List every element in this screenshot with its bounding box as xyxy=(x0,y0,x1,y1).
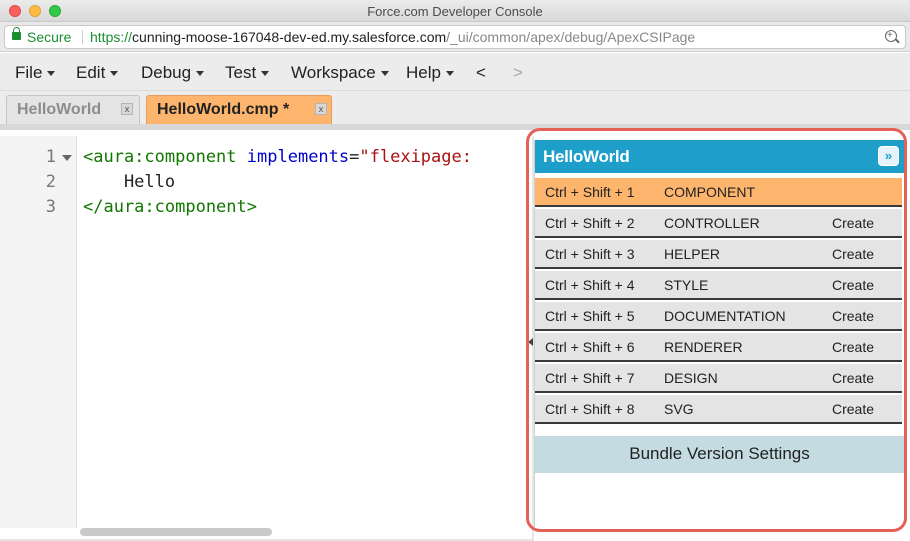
row-shortcut: Ctrl + Shift + 4 xyxy=(545,277,635,293)
address-separator xyxy=(82,30,83,44)
menu-test-label: Test xyxy=(225,63,257,82)
horizontal-scrollbar[interactable] xyxy=(80,528,272,536)
row-name: SVG xyxy=(664,401,694,417)
bundle-panel: HelloWorld » Ctrl + Shift + 1 COMPONENT … xyxy=(534,140,904,527)
collapse-panel-button[interactable]: » xyxy=(878,146,899,166)
row-shortcut: Ctrl + Shift + 1 xyxy=(545,184,635,200)
row-name: DOCUMENTATION xyxy=(664,308,786,324)
fold-arrow-icon[interactable] xyxy=(62,155,72,161)
row-shortcut: Ctrl + Shift + 7 xyxy=(545,370,635,386)
code-tag: <aura:component xyxy=(83,147,237,167)
address-bar[interactable]: Secure https://cunning-moose-167048-dev-… xyxy=(4,25,906,49)
tab-bar: HelloWorld x HelloWorld.cmp * x xyxy=(0,91,910,130)
create-link[interactable]: Create xyxy=(832,246,874,262)
window-title: Force.com Developer Console xyxy=(367,4,543,19)
code-editor[interactable]: 1 2 3 <aura:component implements="flexip… xyxy=(0,136,532,541)
secure-label: Secure xyxy=(27,29,72,45)
row-shortcut: Ctrl + Shift + 3 xyxy=(545,246,635,262)
create-link[interactable]: Create xyxy=(832,308,874,324)
bundle-row-style[interactable]: Ctrl + Shift + 4 STYLE Create xyxy=(535,271,902,300)
caret-down-icon xyxy=(380,71,389,77)
menu-debug-label: Debug xyxy=(141,63,192,82)
code-attribute: implements xyxy=(246,147,350,167)
menu-bar: File Edit Debug Test Workspace Help < > xyxy=(0,53,910,91)
url-text[interactable]: https://cunning-moose-167048-dev-ed.my.s… xyxy=(90,26,695,48)
caret-down-icon xyxy=(261,71,270,77)
line-number: 3 xyxy=(45,197,56,217)
row-shortcut: Ctrl + Shift + 5 xyxy=(545,308,635,324)
bundle-row-svg[interactable]: Ctrl + Shift + 8 SVG Create xyxy=(535,395,902,424)
menu-help-label: Help xyxy=(406,63,441,82)
row-name: RENDERER xyxy=(664,339,743,355)
row-name: STYLE xyxy=(664,277,709,293)
bundle-row-design[interactable]: Ctrl + Shift + 7 DESIGN Create xyxy=(535,364,902,393)
zoom-icon[interactable] xyxy=(885,25,897,47)
code-string: "flexipage: xyxy=(359,147,472,167)
caret-down-icon xyxy=(196,71,205,77)
row-name: CONTROLLER xyxy=(664,215,760,231)
url-scheme: https:// xyxy=(90,29,133,45)
window-title-bar: Force.com Developer Console xyxy=(0,0,910,22)
bundle-panel-header: HelloWorld » xyxy=(535,140,904,173)
menu-workspace[interactable]: Workspace xyxy=(291,63,389,83)
menu-test[interactable]: Test xyxy=(225,63,270,83)
menu-edit[interactable]: Edit xyxy=(76,63,119,83)
address-bar-area: Secure https://cunning-moose-167048-dev-… xyxy=(0,22,910,52)
code-equals: = xyxy=(349,147,360,167)
tab-helloworld-cmp[interactable]: HelloWorld.cmp * x xyxy=(146,95,332,124)
forward-button[interactable]: > xyxy=(513,63,523,83)
back-button[interactable]: < xyxy=(476,63,486,83)
row-name: HELPER xyxy=(664,246,721,262)
bundle-row-controller[interactable]: Ctrl + Shift + 2 CONTROLLER Create xyxy=(535,209,902,238)
bundle-panel-title: HelloWorld xyxy=(543,147,630,166)
caret-down-icon xyxy=(445,71,454,77)
create-link[interactable]: Create xyxy=(832,339,874,355)
bundle-row-renderer[interactable]: Ctrl + Shift + 6 RENDERER Create xyxy=(535,333,902,362)
tab-label: HelloWorld xyxy=(17,101,102,118)
code-line-2: Hello xyxy=(83,172,176,192)
close-tab-icon[interactable]: x xyxy=(315,103,327,115)
bundle-row-documentation[interactable]: Ctrl + Shift + 5 DOCUMENTATION Create xyxy=(535,302,902,331)
code-line-3: </aura:component> xyxy=(83,197,257,217)
line-number: 1 xyxy=(45,147,56,167)
row-shortcut: Ctrl + Shift + 6 xyxy=(545,339,635,355)
create-link[interactable]: Create xyxy=(832,401,874,417)
caret-down-icon xyxy=(110,71,119,77)
url-host: cunning-moose-167048-dev-ed.my.salesforc… xyxy=(132,29,447,45)
tab-label: HelloWorld.cmp * xyxy=(157,101,290,118)
create-link[interactable]: Create xyxy=(832,215,874,231)
caret-down-icon xyxy=(47,71,56,77)
bundle-row-helper[interactable]: Ctrl + Shift + 3 HELPER Create xyxy=(535,240,902,269)
tab-helloworld[interactable]: HelloWorld x xyxy=(6,95,140,124)
code-line-1: <aura:component implements="flexipage: xyxy=(83,147,472,167)
menu-debug[interactable]: Debug xyxy=(141,63,205,83)
collapse-arrow-icon[interactable] xyxy=(528,338,533,346)
bundle-version-settings-button[interactable]: Bundle Version Settings xyxy=(535,436,904,473)
bundle-row-component[interactable]: Ctrl + Shift + 1 COMPONENT xyxy=(535,178,902,207)
url-path: /_ui/common/apex/debug/ApexCSIPage xyxy=(446,29,696,45)
menu-file[interactable]: File xyxy=(15,63,56,83)
menu-workspace-label: Workspace xyxy=(291,63,376,82)
close-tab-icon[interactable]: x xyxy=(121,103,133,115)
lock-icon xyxy=(12,27,21,40)
row-shortcut: Ctrl + Shift + 8 xyxy=(545,401,635,417)
row-shortcut: Ctrl + Shift + 2 xyxy=(545,215,635,231)
row-name: DESIGN xyxy=(664,370,718,386)
menu-edit-label: Edit xyxy=(76,63,106,82)
create-link[interactable]: Create xyxy=(832,277,874,293)
menu-file-label: File xyxy=(15,63,43,82)
line-number-gutter: 1 2 3 xyxy=(0,136,77,528)
create-link[interactable]: Create xyxy=(832,370,874,386)
row-name: COMPONENT xyxy=(664,184,755,200)
line-number: 2 xyxy=(45,172,56,192)
menu-help[interactable]: Help xyxy=(406,63,454,83)
